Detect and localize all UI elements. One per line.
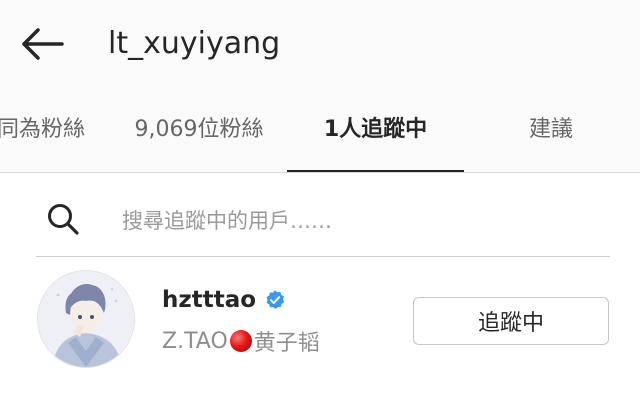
username-line: hztttao: [162, 284, 286, 316]
app-header: lt_xuyiyang: [0, 0, 640, 88]
search-icon: [48, 204, 79, 235]
tab-following[interactable]: 1人追蹤中: [287, 88, 464, 172]
tab-mutual-followers[interactable]: 共同為粉絲: [0, 88, 130, 172]
verified-badge-icon: [266, 290, 285, 309]
active-tab-indicator: [287, 170, 464, 172]
full-name: Z.TAO 黄子韬: [162, 324, 320, 358]
list-item[interactable]: hztttao Z.TAO 黄子韬 追蹤中: [0, 258, 640, 407]
full-name-suffix: 黄子韬: [253, 331, 320, 356]
following-button[interactable]: 追蹤中: [413, 297, 609, 345]
full-name-prefix: Z.TAO: [162, 328, 228, 354]
tab-suggestions[interactable]: 建議: [470, 88, 632, 172]
page-title: lt_xuyiyang: [108, 26, 281, 61]
arrow-left-icon: [22, 28, 64, 60]
search-input[interactable]: [120, 200, 594, 242]
back-button[interactable]: [18, 26, 66, 62]
tab-followers[interactable]: 9,069位粉絲: [118, 88, 280, 172]
tab-bar: 共同為粉絲 9,069位粉絲 1人追蹤中 建議: [0, 88, 640, 173]
avatar[interactable]: [37, 270, 135, 368]
search-bar: [36, 186, 610, 257]
red-circle-icon: [229, 330, 252, 352]
avatar-image: [38, 271, 134, 367]
username[interactable]: hztttao: [162, 287, 256, 313]
